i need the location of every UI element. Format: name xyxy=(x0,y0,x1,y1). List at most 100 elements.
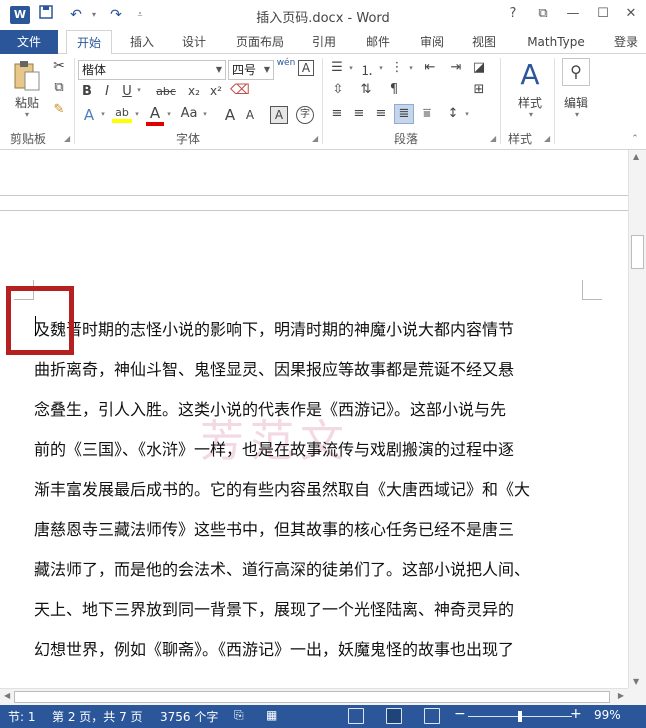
cut-icon[interactable]: ✂ xyxy=(50,58,68,74)
zoom-level[interactable]: 99% xyxy=(594,708,621,722)
tab-page-layout[interactable]: 页面布局 xyxy=(228,30,292,54)
tab-home[interactable]: 开始 xyxy=(66,30,112,55)
show-formatting-marks-icon[interactable]: ¶ xyxy=(384,82,404,97)
zoom-in-button[interactable]: + xyxy=(570,706,582,722)
align-left-icon[interactable]: ≡ xyxy=(328,106,346,121)
macro-record-icon[interactable]: ▦ xyxy=(266,708,277,722)
font-size-value: 四号 xyxy=(232,63,257,77)
scroll-up-icon[interactable]: ▲ xyxy=(633,152,639,161)
minimize-button[interactable]: — xyxy=(562,4,584,24)
enclose-characters-button[interactable]: 字 xyxy=(296,106,314,124)
styles-dropdown-icon[interactable]: ▾ xyxy=(526,110,536,119)
tab-references[interactable]: 引用 xyxy=(302,30,346,54)
horizontal-scroll-thumb[interactable] xyxy=(14,691,610,703)
clipboard-launcher-icon[interactable]: ◢ xyxy=(64,134,70,143)
line-spacing-dropdown-icon[interactable]: ▾ xyxy=(462,110,472,118)
align-center-icon[interactable]: ≡ xyxy=(350,106,368,121)
character-shading-button[interactable]: A xyxy=(270,106,288,124)
align-right-icon[interactable]: ≡ xyxy=(372,106,390,121)
file-tab[interactable]: 文件 xyxy=(0,30,58,54)
increase-indent-icon[interactable]: ⇥ xyxy=(446,60,466,75)
tab-view[interactable]: 视图 xyxy=(462,30,506,54)
superscript-button[interactable]: x² xyxy=(206,84,226,98)
maximize-button[interactable]: ☐ xyxy=(592,4,614,24)
chinese-layout-icon[interactable]: ⇳ xyxy=(328,82,348,97)
highlight-color-button[interactable]: ab xyxy=(112,106,132,123)
numbering-dropdown-icon[interactable]: ▾ xyxy=(376,64,386,72)
proofing-icon[interactable]: ⎘ xyxy=(234,708,244,723)
format-painter-icon[interactable]: ✎ xyxy=(50,102,68,117)
tab-review[interactable]: 审阅 xyxy=(410,30,454,54)
bullets-icon[interactable]: ☰ xyxy=(328,60,346,75)
shading-icon[interactable]: ◪ xyxy=(470,60,488,75)
text-effects-button[interactable]: A xyxy=(80,106,98,124)
multilevel-list-icon[interactable]: ⋮ xyxy=(388,60,406,75)
vertical-scroll-thumb[interactable] xyxy=(631,235,644,269)
help-button[interactable]: ? xyxy=(502,4,524,24)
editing-dropdown-icon[interactable]: ▾ xyxy=(572,110,582,119)
tab-mailings[interactable]: 邮件 xyxy=(356,30,400,54)
scroll-right-icon[interactable]: ▶ xyxy=(618,691,624,700)
styles-icon[interactable]: A xyxy=(514,58,546,91)
copy-icon[interactable]: ⧉ xyxy=(50,80,68,95)
collapse-ribbon-icon[interactable]: ⌃ xyxy=(628,134,642,144)
paste-button-label[interactable]: 粘贴 xyxy=(10,94,44,111)
borders-icon[interactable]: ⊞ xyxy=(470,82,488,97)
change-case-dropdown-icon[interactable]: ▾ xyxy=(200,110,210,118)
ribbon-display-options-button[interactable]: ⧉ xyxy=(532,4,554,24)
line-spacing-icon[interactable]: ↕ xyxy=(444,106,462,121)
tab-insert[interactable]: 插入 xyxy=(120,30,164,54)
distributed-icon[interactable]: ⩸ xyxy=(418,106,436,121)
underline-button[interactable]: U xyxy=(120,84,134,99)
highlight-dropdown-icon[interactable]: ▾ xyxy=(132,110,142,118)
multilevel-dropdown-icon[interactable]: ▾ xyxy=(406,64,416,72)
character-border-icon[interactable]: A xyxy=(298,60,314,76)
styles-launcher-icon[interactable]: ◢ xyxy=(544,134,550,143)
scroll-left-icon[interactable]: ◀ xyxy=(4,691,10,700)
tab-mathtype[interactable]: MathType xyxy=(518,30,594,54)
underline-dropdown-icon[interactable]: ▾ xyxy=(134,86,144,94)
word-count[interactable]: 3756 个字 xyxy=(160,708,218,725)
strikethrough-button[interactable]: abc xyxy=(152,85,180,98)
phonetic-guide-icon[interactable]: wén xyxy=(276,58,296,68)
numbering-icon[interactable]: ⒈ xyxy=(358,60,376,79)
bullets-dropdown-icon[interactable]: ▾ xyxy=(346,64,356,72)
page-indicator[interactable]: 第 2 页，共 7 页 xyxy=(52,708,143,725)
font-color-dropdown-icon[interactable]: ▾ xyxy=(164,110,174,118)
change-case-button[interactable]: Aa xyxy=(178,106,200,121)
tab-design[interactable]: 设计 xyxy=(172,30,216,54)
styles-button-label[interactable]: 样式 xyxy=(510,94,550,111)
binoculars-icon[interactable]: ⚲ xyxy=(562,58,590,86)
editing-button-label[interactable]: 编辑 xyxy=(556,94,596,111)
clear-formatting-icon[interactable]: ⌫ xyxy=(230,82,250,98)
close-button[interactable]: ✕ xyxy=(620,4,642,24)
scroll-down-icon[interactable]: ▼ xyxy=(633,677,639,686)
bold-button[interactable]: B xyxy=(80,84,94,99)
font-launcher-icon[interactable]: ◢ xyxy=(312,134,318,143)
decrease-indent-icon[interactable]: ⇤ xyxy=(420,60,440,75)
subscript-button[interactable]: x₂ xyxy=(184,84,204,98)
web-layout-icon[interactable] xyxy=(424,708,440,724)
document-area[interactable]: 芳范文 及魏晋时期的志怪小说的影响下，明清时期的神魔小说大都内容情节 曲折离奇，… xyxy=(0,150,628,688)
font-size-select[interactable]: 四号 ▼ xyxy=(228,60,274,80)
font-color-button[interactable]: A xyxy=(146,104,164,126)
page-top-edge xyxy=(0,210,628,211)
sign-in-link[interactable]: 登录 xyxy=(606,30,646,54)
paste-dropdown-icon[interactable]: ▾ xyxy=(22,110,32,119)
read-mode-icon[interactable] xyxy=(348,708,364,724)
font-name-select[interactable]: 楷体 ▼ xyxy=(78,60,226,80)
text-effects-dropdown-icon[interactable]: ▾ xyxy=(98,110,108,118)
grow-font-button[interactable]: A xyxy=(222,106,238,124)
section-indicator[interactable]: 节: 1 xyxy=(8,708,36,725)
print-layout-icon[interactable] xyxy=(386,708,402,724)
italic-button[interactable]: I xyxy=(100,84,114,99)
justify-icon[interactable]: ≣ xyxy=(394,104,414,124)
sort-icon[interactable]: ⇅ xyxy=(356,82,376,97)
zoom-out-button[interactable]: − xyxy=(454,706,466,722)
shrink-font-button[interactable]: A xyxy=(242,108,258,122)
vertical-scrollbar[interactable]: ▲ ▼ xyxy=(628,150,646,688)
horizontal-scrollbar[interactable]: ◀ ▶ xyxy=(0,688,628,705)
paragraph-launcher-icon[interactable]: ◢ xyxy=(490,134,496,143)
paste-icon[interactable] xyxy=(10,60,44,92)
zoom-slider-thumb[interactable] xyxy=(518,711,522,722)
